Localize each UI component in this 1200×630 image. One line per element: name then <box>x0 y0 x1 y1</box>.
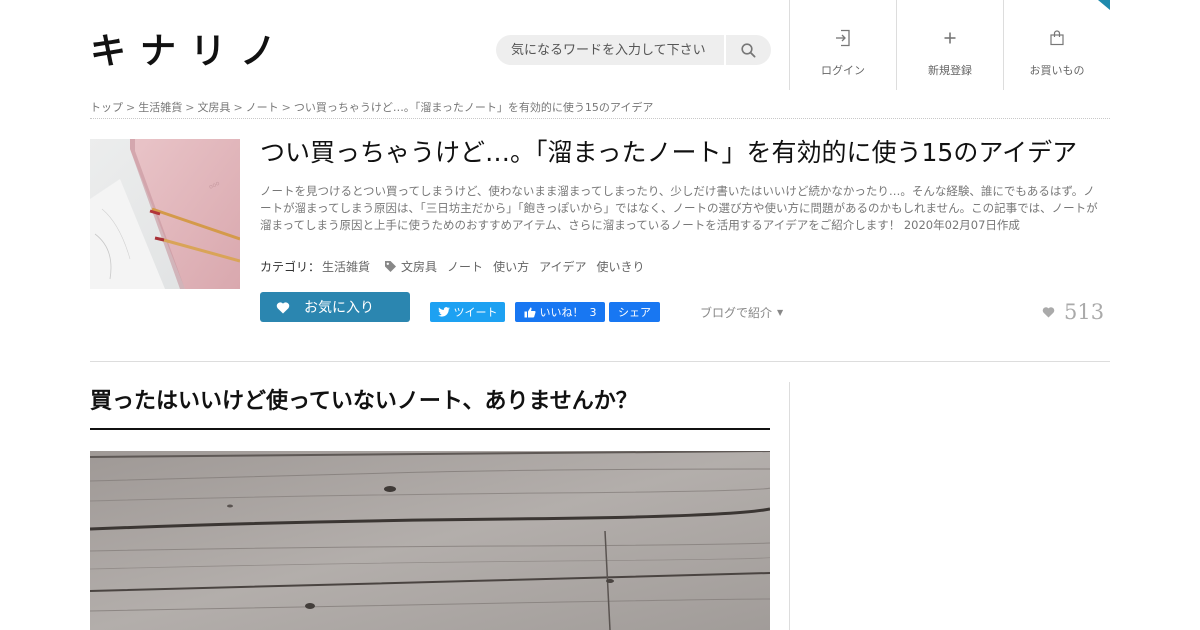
section-divider <box>90 361 1110 362</box>
article-meta: カテゴリ： 生活雑貨 文房具 ノート 使い方 アイデア 使いきり <box>260 258 1060 275</box>
breadcrumb-separator: > <box>185 101 195 114</box>
article-thumbnail: ooo <box>90 139 240 289</box>
breadcrumb-item[interactable]: トップ <box>90 101 123 114</box>
favorite-button-label: お気に入り <box>304 300 374 316</box>
nav-shopping[interactable]: お買いもの <box>1003 0 1110 90</box>
nav-login-label: ログイン <box>821 64 865 77</box>
blog-intro-label: ブログで紹介 <box>700 306 773 320</box>
tag-link[interactable]: ノート <box>447 258 483 275</box>
tag-link[interactable]: アイデア <box>539 258 586 275</box>
favorite-count: 513 <box>1042 300 1104 324</box>
favorite-button[interactable]: お気に入り <box>260 292 410 322</box>
like-label: いいね！ <box>539 306 584 319</box>
breadcrumb-separator: > <box>233 101 243 114</box>
content-image <box>90 451 770 630</box>
corner-ribbon <box>1098 0 1110 10</box>
tag-link[interactable]: 使いきり <box>596 258 644 275</box>
tweet-label: ツイート <box>453 306 498 319</box>
facebook-share-button[interactable]: シェア <box>609 302 660 322</box>
search-icon <box>741 42 756 58</box>
breadcrumb-current: つい買っちゃうけど…。「溜まったノート」を有効的に使う15のアイデア <box>293 101 654 114</box>
blog-intro-dropdown[interactable]: ブログで紹介 ▼ <box>700 304 783 321</box>
plus-icon <box>943 28 957 48</box>
nav-signup-label: 新規登録 <box>928 64 972 77</box>
search-button[interactable] <box>726 35 771 65</box>
thumbs-up-icon <box>524 307 536 318</box>
category-link[interactable]: 生活雑貨 <box>322 258 370 275</box>
sidebar-divider <box>789 382 790 630</box>
breadcrumb-item[interactable]: 生活雑貨 <box>138 101 182 114</box>
tag-link[interactable]: 使い方 <box>493 258 529 275</box>
breadcrumb-item[interactable]: ノート <box>246 101 279 114</box>
tweet-button[interactable]: ツイート <box>430 302 505 322</box>
twitter-bird-icon <box>437 307 450 317</box>
breadcrumb-separator: > <box>281 101 291 114</box>
article-title: つい買っちゃうけど…。「溜まったノート」を有効的に使う15のアイデア <box>260 138 1078 167</box>
nav-signup[interactable]: 新規登録 <box>896 0 1003 90</box>
share-label: シェア <box>618 306 651 319</box>
breadcrumb-item[interactable]: 文房具 <box>197 101 230 114</box>
login-icon <box>835 28 851 48</box>
heart-icon <box>276 301 290 314</box>
article-description: ノートを見つけるとつい買ってしまうけど、使わないまま溜まってしまったり、少しだけ… <box>260 183 1106 234</box>
breadcrumb: トップ > 生活雑貨 > 文房具 > ノート > つい買っちゃうけど…。「溜まったノート」を有効… <box>90 99 1110 119</box>
breadcrumb-separator: > <box>126 101 136 114</box>
favorite-count-number: 513 <box>1064 300 1105 324</box>
like-count: 3 <box>589 305 597 319</box>
tag-icon <box>384 260 397 273</box>
nav-login[interactable]: ログイン <box>789 0 896 90</box>
search-input[interactable] <box>496 35 724 65</box>
article-date: 2020年02月07日作成 <box>903 218 1020 232</box>
nav-shopping-label: お買いもの <box>1029 64 1085 77</box>
tag-link[interactable]: 文房具 <box>401 258 437 275</box>
header-nav: ログイン 新規登録 お買いもの <box>789 0 1110 90</box>
page: キナリノ ログイン <box>0 0 1200 630</box>
facebook-like-button[interactable]: いいね！ 3 <box>515 302 605 322</box>
search-bar <box>496 35 771 65</box>
site-logo[interactable]: キナリノ <box>90 30 290 74</box>
shopping-bag-icon <box>1049 28 1065 48</box>
category-label: カテゴリ： <box>260 260 321 274</box>
heart-icon <box>1042 307 1055 318</box>
section-heading: 買ったはいいけど使っていないノート、ありませんか？ <box>90 386 770 430</box>
caret-down-icon: ▼ <box>777 308 784 317</box>
